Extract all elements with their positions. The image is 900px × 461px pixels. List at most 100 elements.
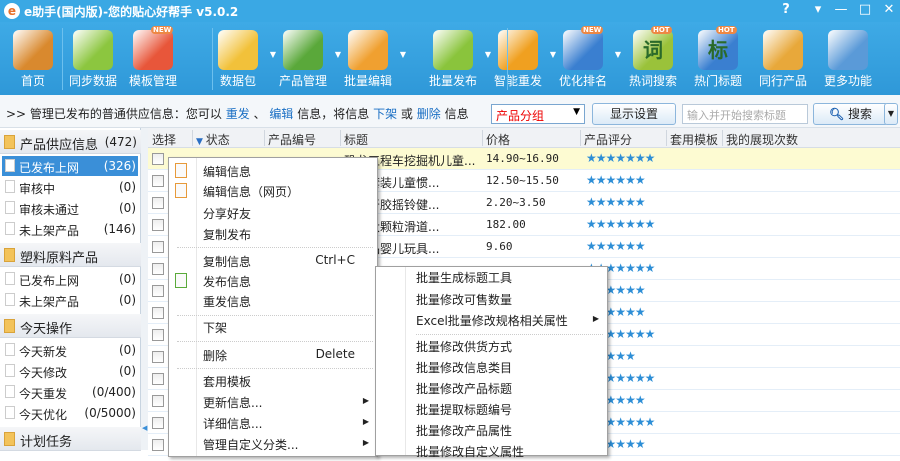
menu-item[interactable]: 批量提取标题编号 — [376, 399, 607, 419]
help-icon[interactable]: ? — [774, 0, 798, 20]
menu-item[interactable]: 编辑信息 — [169, 161, 377, 181]
row-checkbox[interactable] — [152, 219, 164, 231]
sidebar-section[interactable]: 计划任务 — [0, 427, 141, 451]
row-checkbox[interactable] — [152, 175, 164, 187]
sidebar-splitter[interactable]: ◀ — [141, 128, 148, 450]
toolbar-folder-add-button[interactable]: 同行产品 — [753, 26, 813, 94]
dropdown-arrow-icon[interactable]: ▼ — [400, 50, 406, 59]
display-settings-button[interactable]: 显示设置 — [592, 103, 676, 125]
toolbar-gear-document-button[interactable]: 产品管理 ▼ — [273, 26, 341, 94]
column-header[interactable]: 产品评分 — [584, 131, 632, 148]
star-icon: ★ — [586, 173, 597, 187]
menu-item[interactable]: 批量修改产品属性 — [376, 420, 607, 440]
menu-item-label: 批量修改供货方式 — [416, 340, 513, 354]
toolbar-hot-words-button[interactable]: 词 HOT 热词搜索 — [623, 26, 683, 94]
row-checkbox[interactable] — [152, 241, 164, 253]
search-dropdown-button[interactable]: ▼ — [884, 103, 898, 125]
sidebar-item[interactable]: 审核未通过 (0) — [2, 198, 138, 218]
resend-link[interactable]: 重发 — [226, 107, 250, 121]
toolbar-publish-button[interactable]: 批量发布 ▼ — [423, 26, 491, 94]
sidebar-item[interactable]: 已发布上网 (326) — [2, 156, 138, 176]
menu-item[interactable]: 批量修改可售数量 — [376, 289, 607, 309]
menu-item[interactable]: 批量修改自定义属性 — [376, 441, 607, 461]
toolbar-house-button[interactable]: 首页 — [3, 26, 63, 94]
row-checkbox[interactable] — [152, 351, 164, 363]
menu-item[interactable]: 重发信息 — [169, 291, 377, 311]
column-header[interactable]: 选择 — [152, 131, 176, 148]
column-divider[interactable] — [580, 130, 581, 146]
row-checkbox[interactable] — [152, 417, 164, 429]
menu-item[interactable]: 管理自定义分类... ▶ — [169, 434, 377, 454]
row-checkbox[interactable] — [152, 439, 164, 451]
sidebar-item[interactable]: 今天优化 (0/5000) — [2, 403, 138, 423]
menu-item[interactable]: 更新信息... ▶ — [169, 392, 377, 412]
sidebar-item[interactable]: 今天重发 (0/400) — [2, 382, 138, 402]
column-header[interactable]: 标题 — [344, 131, 368, 148]
menu-item[interactable]: 套用模板 — [169, 371, 377, 391]
search-input[interactable]: 输入并开始搜索标题 — [682, 104, 808, 124]
sidebar-item[interactable]: 今天修改 (0) — [2, 361, 138, 381]
search-button[interactable]: 🔍︎ 搜索 — [813, 103, 888, 125]
menu-item[interactable]: 复制发布 — [169, 224, 377, 244]
menu-item-label: 批量修改产品属性 — [416, 424, 513, 438]
sidebar-item[interactable]: 未上架产品 (0) — [2, 290, 138, 310]
column-divider[interactable] — [722, 130, 723, 146]
maximize-button[interactable]: □ — [853, 0, 877, 20]
column-header[interactable]: 我的展现次数 — [726, 131, 798, 148]
row-checkbox[interactable] — [152, 197, 164, 209]
menu-item[interactable]: 批量修改信息类目 — [376, 357, 607, 377]
offshelf-link[interactable]: 下架 — [373, 107, 397, 121]
row-checkbox[interactable] — [152, 307, 164, 319]
column-header[interactable]: 价格 — [486, 131, 510, 148]
page-icon — [5, 385, 15, 398]
minimize-button[interactable]: — — [829, 0, 853, 20]
toolbar-monitor-button[interactable]: 更多功能 — [818, 26, 878, 94]
toolbar-template-wheel-button[interactable]: NEW 模板管理 — [123, 26, 183, 94]
row-checkbox[interactable] — [152, 263, 164, 275]
edit-link[interactable]: 编辑 — [269, 107, 293, 121]
product-group-select[interactable]: 产品分组 ▼ — [491, 104, 585, 124]
close-button[interactable]: ✕ — [877, 0, 900, 20]
dropdown-arrow-icon[interactable]: ▼ — [615, 50, 621, 59]
column-divider[interactable] — [340, 130, 341, 146]
sidebar-section[interactable]: 塑料原料产品 — [0, 243, 141, 267]
toolbar-package-button[interactable]: 数据包 ▼ — [208, 26, 276, 94]
row-checkbox[interactable] — [152, 373, 164, 385]
column-divider[interactable] — [192, 130, 193, 146]
menu-item[interactable]: 复制信息 Ctrl+C — [169, 251, 377, 271]
row-checkbox[interactable] — [152, 153, 164, 165]
sidebar-item[interactable]: 今天新发 (0) — [2, 340, 138, 360]
sidebar-item-label: 今天新发 — [19, 345, 68, 359]
column-divider[interactable] — [482, 130, 483, 146]
toolbar-notepad-pencil-button[interactable]: 批量编辑 ▼ — [338, 26, 406, 94]
column-header[interactable]: 产品编号 — [268, 131, 316, 148]
sidebar-section[interactable]: 今天操作 — [0, 314, 141, 338]
column-header[interactable]: ▼ 状态 — [196, 131, 230, 148]
menu-item[interactable]: 发布信息 — [169, 271, 377, 291]
menu-item[interactable]: 分享好友 — [169, 203, 377, 223]
menu-item[interactable]: 删除 Delete — [169, 345, 377, 365]
menu-item[interactable]: 下架 — [169, 317, 377, 337]
toolbar-hot-title-button[interactable]: 标 HOT 热门标题 — [688, 26, 748, 94]
toolbar-bar-chart-button[interactable]: NEW 优化排名 ▼ — [553, 26, 621, 94]
menu-item[interactable]: Excel批量修改规格相关属性 ▶ — [376, 310, 607, 330]
row-checkbox[interactable] — [152, 395, 164, 407]
column-divider[interactable] — [264, 130, 265, 146]
menu-item[interactable]: 批量修改供货方式 — [376, 336, 607, 356]
toolbar-download-button[interactable]: 同步数据 — [63, 26, 123, 94]
row-checkbox[interactable] — [152, 329, 164, 341]
sidebar-item[interactable]: 已发布上网 (0) — [2, 269, 138, 289]
menu-item[interactable]: 编辑信息（网页） — [169, 181, 377, 201]
column-header[interactable]: 套用模板 — [670, 131, 718, 148]
menu-item[interactable]: 详细信息... ▶ — [169, 413, 377, 433]
menu-dropdown-button[interactable]: ▾ — [806, 0, 830, 20]
delete-link[interactable]: 删除 — [417, 107, 441, 121]
sidebar-section[interactable]: 产品供应信息 (472) — [0, 130, 141, 154]
column-divider[interactable] — [666, 130, 667, 146]
sidebar-item[interactable]: 未上架产品 (146) — [2, 219, 138, 239]
sidebar-item[interactable]: 审核中 (0) — [2, 177, 138, 197]
menu-item[interactable]: 批量修改产品标题 — [376, 378, 607, 398]
row-checkbox[interactable] — [152, 285, 164, 297]
toolbar-resend-button[interactable]: 智能重发 ▼ — [488, 26, 556, 94]
menu-item[interactable]: 批量生成标题工具 — [376, 267, 607, 287]
